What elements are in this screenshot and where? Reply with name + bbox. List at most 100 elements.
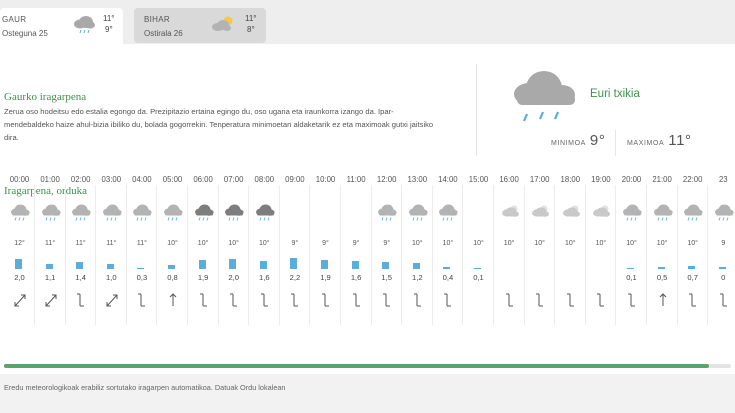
rain-cloud-icon <box>439 204 458 221</box>
hour-column: 19:00 10° <box>585 175 617 325</box>
precip-value: 1,5 <box>381 273 392 282</box>
wind-direction-icon <box>352 293 360 307</box>
hour-column: 23 9 0 <box>708 175 735 325</box>
time-scrollbar[interactable] <box>4 364 731 368</box>
precip-bar <box>474 267 481 269</box>
hour-temp: 11° <box>106 240 117 247</box>
rain-cloud-icon <box>714 204 734 221</box>
hour-temp: 10° <box>473 240 484 247</box>
hour-column: 21:00 10° 0,5 <box>647 175 678 325</box>
precip-bar <box>382 261 390 269</box>
sun-cloud-icon <box>212 16 233 31</box>
hour-label: 20:00 <box>621 175 642 184</box>
precip-value: 0,3 <box>136 273 148 282</box>
precip-bar <box>290 258 298 269</box>
precip-bar <box>627 267 634 269</box>
precip-value: 1,1 <box>44 273 56 282</box>
hour-column: 00:00 12° 2,0 <box>4 175 35 325</box>
wind-direction-icon <box>169 293 177 306</box>
hour-label: 10:00 <box>315 175 336 184</box>
precip-bar <box>657 266 665 269</box>
hour-temp: 11° <box>136 240 147 247</box>
tab-tomorrow[interactable]: BIHAR Ostirala 26 11° 8° <box>134 8 266 43</box>
hour-column: 12:00 9° 1,5 <box>371 175 403 325</box>
wind-direction-icon <box>199 293 207 307</box>
precip-value: 0,1 <box>473 273 484 282</box>
hour-label: 18:00 <box>560 175 581 184</box>
precip-value: 1,6 <box>259 273 270 282</box>
precip-value: 0,8 <box>167 273 178 282</box>
hour-temp: 10° <box>503 240 515 247</box>
precip-bar <box>229 259 237 269</box>
cloud-sun-icon <box>532 205 550 217</box>
precip-bar <box>168 265 175 269</box>
tab-today[interactable]: GAUR Osteguna 25 11° 9° <box>0 8 123 44</box>
wind-direction-icon <box>14 294 26 307</box>
hour-label: 12:00 <box>376 175 397 184</box>
hour-column: 06:00 10° 1,9 <box>188 175 219 325</box>
divider <box>476 64 477 156</box>
hour-label: 01:00 <box>40 175 60 184</box>
precip-value: 0 <box>721 273 726 282</box>
hour-label: 04:00 <box>132 175 152 184</box>
precip-value: 0,4 <box>442 273 454 282</box>
rain-cloud-icon <box>378 204 397 221</box>
hour-label: 13:00 <box>407 175 428 184</box>
hour-label: 22:00 <box>682 175 703 184</box>
precip-bar <box>76 262 84 269</box>
wind-direction-icon <box>230 293 238 307</box>
hour-temp: 10° <box>259 240 270 247</box>
cloud-sun-icon <box>593 205 611 217</box>
wind-direction-icon <box>77 293 85 307</box>
hour-temp: 10° <box>565 240 576 247</box>
rain-cloud-icon <box>408 204 428 221</box>
wind-direction-icon <box>291 293 299 307</box>
precip-bar <box>198 259 206 269</box>
precip-bar <box>412 263 420 269</box>
hour-label: 16:00 <box>499 175 519 184</box>
rain-cloud-icon <box>164 204 183 221</box>
rain-cloud-icon <box>684 204 703 221</box>
hourly-forecast-grid[interactable]: 00:00 12° 2,0 01:00 11° 1,1 02:00 11° 1,4 03:00 11… <box>0 175 735 325</box>
tab-label: GAUR <box>2 15 27 24</box>
hour-label: 05:00 <box>162 175 183 184</box>
hour-temp: 11° <box>75 240 86 247</box>
tab-min-temp: 9° <box>105 25 113 34</box>
wind-direction-icon <box>383 293 391 307</box>
rain-cloud-icon <box>72 204 91 221</box>
precip-bar <box>15 259 22 269</box>
hour-temp: 9 <box>721 240 726 247</box>
hour-column: 22:00 10° 0,7 <box>677 175 709 325</box>
rain-cloud-icon <box>133 204 152 221</box>
precip-value: 1,0 <box>106 273 117 282</box>
hour-label: 07:00 <box>223 175 244 184</box>
wind-direction-icon <box>413 293 421 307</box>
precip-value: 2,2 <box>289 273 301 282</box>
hour-column: 03:00 11° 1,0 <box>96 175 127 325</box>
scrollbar-thumb[interactable] <box>4 364 710 368</box>
hour-temp: 10° <box>442 240 454 247</box>
rain-cloud-icon <box>653 204 673 221</box>
hour-column: 16:00 10° <box>494 175 525 325</box>
cloud-sun-icon <box>562 205 580 217</box>
wind-direction-icon <box>566 293 574 307</box>
precip-bar <box>351 261 359 269</box>
wind-direction-icon <box>322 293 329 307</box>
rain-cloud-icon <box>11 204 30 221</box>
rain-cloud-icon <box>74 16 95 34</box>
wind-direction-icon <box>628 293 635 307</box>
hour-column: 17:00 10° <box>524 175 556 325</box>
wind-direction-icon <box>659 293 666 306</box>
precip-bar <box>321 259 328 269</box>
hour-temp: 10° <box>412 240 423 247</box>
wind-direction-icon <box>106 294 118 307</box>
precip-value: 0,1 <box>626 273 637 282</box>
precip-value: 2,0 <box>14 273 25 282</box>
tab-min-temp: 8° <box>247 25 255 34</box>
hour-column: 10:00 9° 1,9 <box>310 175 341 325</box>
hour-temp: 10° <box>656 240 668 247</box>
rain-cloud-icon <box>102 204 122 221</box>
precip-bar <box>259 261 267 269</box>
precip-value: 2,0 <box>228 273 239 282</box>
rain-cloud-icon <box>194 204 214 221</box>
